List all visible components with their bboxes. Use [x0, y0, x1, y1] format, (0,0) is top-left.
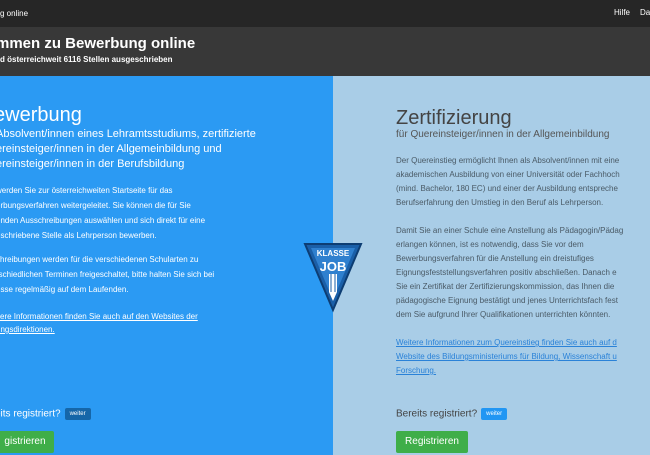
bewerbung-subtitle: Absolvent/innen eines Lehramtsstudiums, … [0, 127, 286, 172]
paragraph-line: pädagogische Eignung bestätigt und jenes… [396, 296, 618, 305]
bewerbung-title: ewerbung [0, 104, 82, 126]
paragraph-line: esse regelmäßig auf dem Laufenden. [0, 285, 129, 294]
klasse-job-logo: KLASSE JOB [303, 243, 363, 313]
hero-title: mmen zu Bewerbung online [0, 35, 196, 52]
paragraph-line: Eignungsfeststellungsverfahren positiv a… [396, 268, 617, 277]
zertifizierung-paragraph-2: Damit Sie an einer Schule eine Anstellun… [396, 224, 650, 322]
bewerbung-registered-row: eits registriert? weiter [0, 408, 91, 420]
zertifizierung-paragraph-1: Der Quereinstieg ermöglicht Ihnen als Ab… [396, 154, 650, 210]
registered-label: eits registriert? [0, 408, 61, 420]
paragraph-line: rschiedlichen Terminen freigeschaltet, b… [0, 270, 215, 279]
link-line[interactable]: Website des Bildungsministeriums für Bil… [396, 350, 650, 364]
paragraph-line: chreibungen werden für die verschiedenen… [0, 255, 199, 264]
paragraph-line: Berufserfahrung den Umstieg in den Beruf… [396, 198, 604, 207]
subtitle-line: Absolvent/innen eines Lehramtsstudiums, … [0, 128, 256, 140]
nav-link-datenschutz[interactable]: Dat [640, 8, 650, 17]
logo-line-1: KLASSE [317, 249, 350, 258]
zertifizierung-registered-row: Bereits registriert? weiter [396, 408, 508, 420]
link-line[interactable]: ungsdirektionen. [0, 323, 286, 336]
nav-link-hilfe[interactable]: Hilfe [614, 8, 630, 17]
paragraph-line: akademischen Ausbildung von einer Univer… [396, 170, 620, 179]
registered-label: Bereits registriert? [396, 408, 478, 420]
bewerbung-register-button[interactable]: gistrieren [0, 431, 54, 453]
paragraph-line: (mind. Bachelor, 180 EC) und einer der A… [396, 184, 618, 193]
paragraph-line: Sie ein Zertifikat der Zertifizierungsko… [396, 282, 615, 291]
bewerbung-paragraph-2: chreibungen werden für die verschiedenen… [0, 252, 214, 297]
bildungsministerium-link[interactable]: Weitere Informationen zum Quereinstieg f… [396, 336, 650, 378]
hero-subtitle: d österreichweit 6116 Stellen ausgeschri… [0, 55, 173, 64]
paragraph-line: dem Sie aufgrund Ihrer Qualifikationen u… [396, 310, 611, 319]
paragraph-line: Bewerbungsverfahren für die Anstellung e… [396, 254, 594, 263]
bewerbung-weiter-button[interactable]: weiter [64, 408, 91, 420]
paragraph-line: erlangen können, ist es notwendig, dass … [396, 240, 584, 249]
paragraph-line: Der Quereinstieg ermöglicht Ihnen als Ab… [396, 156, 620, 165]
top-navbar: g online Hilfe Dat [0, 0, 650, 27]
paragraph-line: enden Ausschreibungen auswählen und sich… [0, 216, 206, 225]
zertifizierung-title: Zertifizierung [396, 107, 512, 129]
logo-line-2: JOB [320, 259, 347, 274]
paragraph-line: eschriebene Stelle als Lehrperson bewerb… [0, 231, 157, 240]
bewerbung-paragraph-1: werden Sie zur österreichweiten Startsei… [0, 183, 205, 243]
brand-text[interactable]: g online [0, 9, 28, 18]
bildungsdirektionen-link[interactable]: itere Informationen finden Sie auch auf … [0, 310, 286, 336]
subtitle-line: ereinsteiger/innen in der Allgemeinbildu… [0, 143, 222, 155]
hero-banner: mmen zu Bewerbung online d österreichwei… [0, 27, 650, 76]
link-line[interactable]: Weitere Informationen zum Quereinstieg f… [396, 336, 650, 350]
bewerbung-panel: ewerbung Absolvent/innen eines Lehramtss… [0, 76, 333, 455]
paragraph-line: Damit Sie an einer Schule eine Anstellun… [396, 226, 624, 235]
zertifizierung-panel: Zertifizierung für Quereinsteiger/innen … [333, 76, 650, 455]
zertifizierung-weiter-button[interactable]: weiter [481, 408, 508, 420]
zertifizierung-register-button[interactable]: Registrieren [396, 431, 468, 453]
link-line[interactable]: Forschung. [396, 364, 650, 378]
link-line[interactable]: itere Informationen finden Sie auch auf … [0, 310, 286, 323]
zertifizierung-subtitle: für Quereinsteiger/innen in der Allgemei… [396, 129, 610, 140]
paragraph-line: werden Sie zur österreichweiten Startsei… [0, 186, 173, 195]
paragraph-line: erbungsverfahren weitergeleitet. Sie kön… [0, 201, 191, 210]
subtitle-line: ereinsteiger/innen in der Berufsbildung [0, 158, 185, 170]
